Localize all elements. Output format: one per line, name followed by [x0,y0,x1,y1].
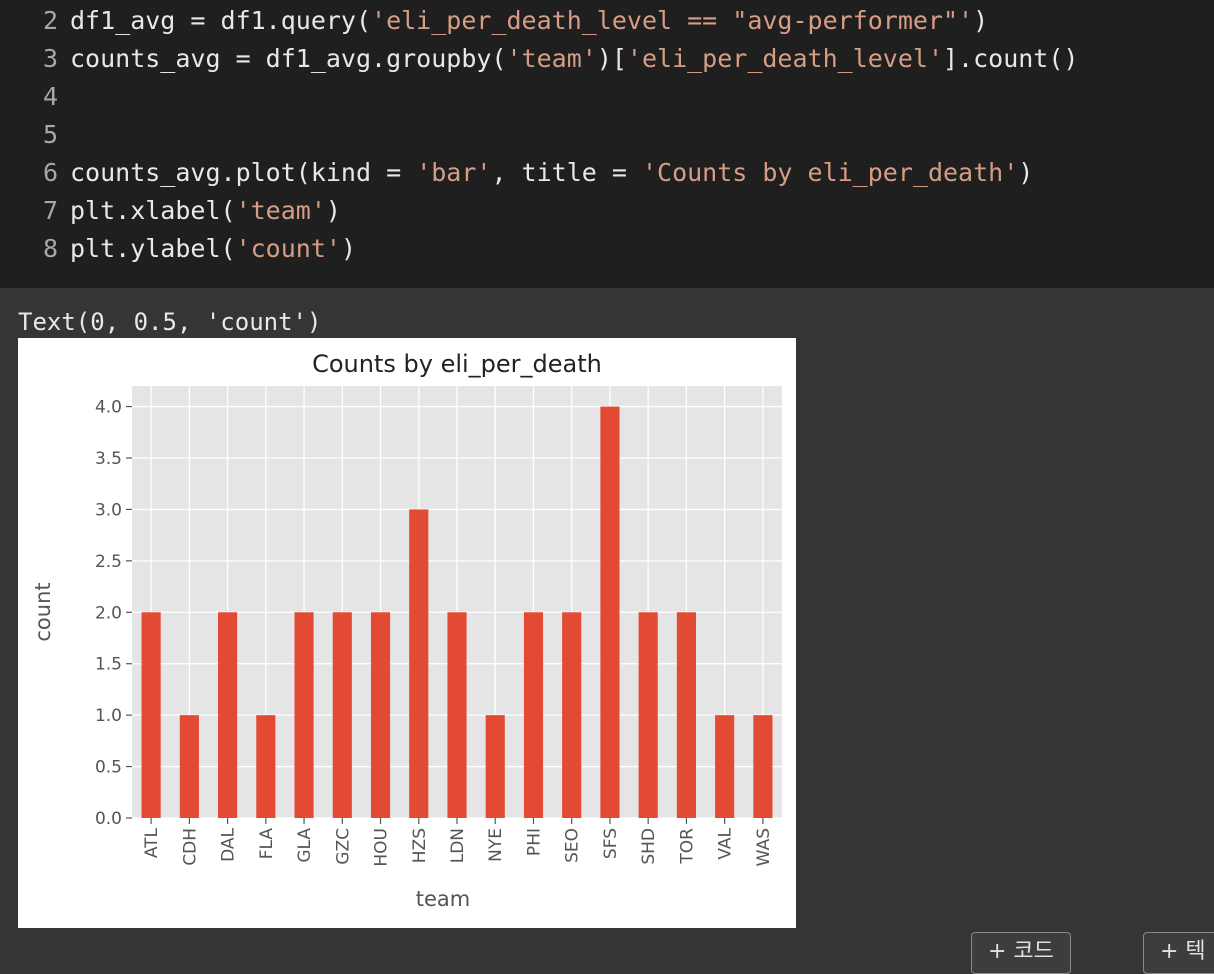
bar-chart: 0.0 0.5 1.0 1.5 2.0 2.5 3.0 3.5 4.0 ATL CDH DAL FLA G… [31,350,782,911]
x-tick-label: LDN [448,828,468,863]
x-tick-label: GLA [295,828,315,863]
line-number: 4 [42,82,58,111]
y-tick-label: 3.5 [95,449,122,469]
x-tick-label: FLA [257,828,277,860]
code-string: 'count' [235,234,341,263]
bar-seo [562,612,582,818]
line-number: 7 [42,196,58,225]
plot-output: 0.0 0.5 1.0 1.5 2.0 2.5 3.0 3.5 4.0 ATL CDH DAL FLA G… [18,338,796,928]
line-number: 2 [42,6,58,35]
y-tick-label: 1.5 [95,655,122,675]
bar-ldn [447,612,467,818]
bar-atl [141,612,161,818]
bar-fla [256,715,276,818]
bar-nye [485,715,505,818]
add-text-cell-button[interactable]: + 텍 [1143,932,1214,974]
code-token: plt.xlabel( [70,196,236,225]
code-token: ].count() [943,44,1079,73]
bar-shd [638,612,658,818]
code-token: ) [325,196,341,225]
code-string: 'eli_per_death_level' [626,44,943,73]
bar-gzc [332,612,352,818]
bar-sfs [600,406,620,818]
bar-val [715,715,735,818]
code-line[interactable]: 8 plt.ylabel('count') [0,230,356,268]
code-string: 'Counts by eli_per_death' [641,158,1019,187]
code-string: 'team' [235,196,326,225]
bar-hou [370,612,391,818]
line-number: 3 [42,44,58,73]
code-string: 'eli_per_death_level == "avg-performer"' [371,6,974,35]
x-tick-label: CDH [180,828,200,866]
code-line[interactable]: 6 counts_avg.plot(kind = 'bar', title = '… [0,154,1033,192]
x-tick-label: HOU [372,828,392,867]
code-string: 'team' [506,44,597,73]
code-line[interactable]: 2 df1_avg = df1.query('eli_per_death_leve… [0,2,988,40]
x-tick-label: SEO [563,828,583,863]
line-number: 5 [42,120,58,149]
code-token: ) [973,6,989,35]
x-tick-label: ATL [142,827,162,858]
line-number: 8 [42,234,58,263]
output-text: Text(0, 0.5, 'count') [18,308,322,336]
code-token: plt.ylabel( [70,234,236,263]
y-tick-label: 0.0 [95,809,122,829]
y-tick-label: 3.0 [95,500,122,520]
bar-dal [218,612,238,818]
x-tick-label: PHI [524,828,544,856]
code-line[interactable]: 4 [0,78,70,116]
code-token: counts_avg.plot(kind = [70,158,417,187]
x-tick-label: DAL [219,827,239,861]
y-tick-label: 4.0 [95,398,122,418]
x-tick-label: WAS [754,828,774,866]
y-tick-label: 2.0 [95,603,122,623]
x-tick-label: TOR [677,828,697,865]
y-tick-label: 1.0 [95,706,122,726]
code-cell[interactable]: 2 df1_avg = df1.query('eli_per_death_leve… [0,0,1214,288]
x-tick-label: SHD [639,828,659,865]
bar-was [753,715,773,818]
code-line[interactable]: 7 plt.xlabel('team') [0,192,341,230]
code-token: , title = [491,158,642,187]
y-axis-label: count [31,582,55,641]
y-tick-label: 0.5 [95,758,122,778]
x-axis-label: team [416,887,470,911]
chart-title: Counts by eli_per_death [312,350,602,378]
bar-phi [523,612,544,818]
code-token: ) [340,234,356,263]
bar-cdh [179,715,199,818]
code-token: counts_avg = df1_avg.groupby( [70,44,507,73]
line-number: 6 [42,158,58,187]
code-token: ) [1018,158,1034,187]
code-string: 'bar' [416,158,492,187]
code-token: df1_avg = df1.query( [70,6,372,35]
bar-hzs [409,509,429,818]
code-line[interactable]: 3 counts_avg = df1_avg.groupby('team')['e… [0,40,1079,78]
code-token: )[ [596,44,627,73]
x-tick-label: GZC [333,828,353,865]
y-tick-label: 2.5 [95,552,122,572]
x-tick-label: HZS [410,828,430,863]
x-tick-label: VAL [716,827,736,859]
x-tick-label: SFS [601,828,621,859]
bar-tor [676,612,696,818]
bar-gla [294,612,314,818]
add-code-cell-button[interactable]: + 코드 [971,932,1071,974]
code-line[interactable]: 5 [0,116,70,154]
x-tick-label: NYE [486,828,506,862]
